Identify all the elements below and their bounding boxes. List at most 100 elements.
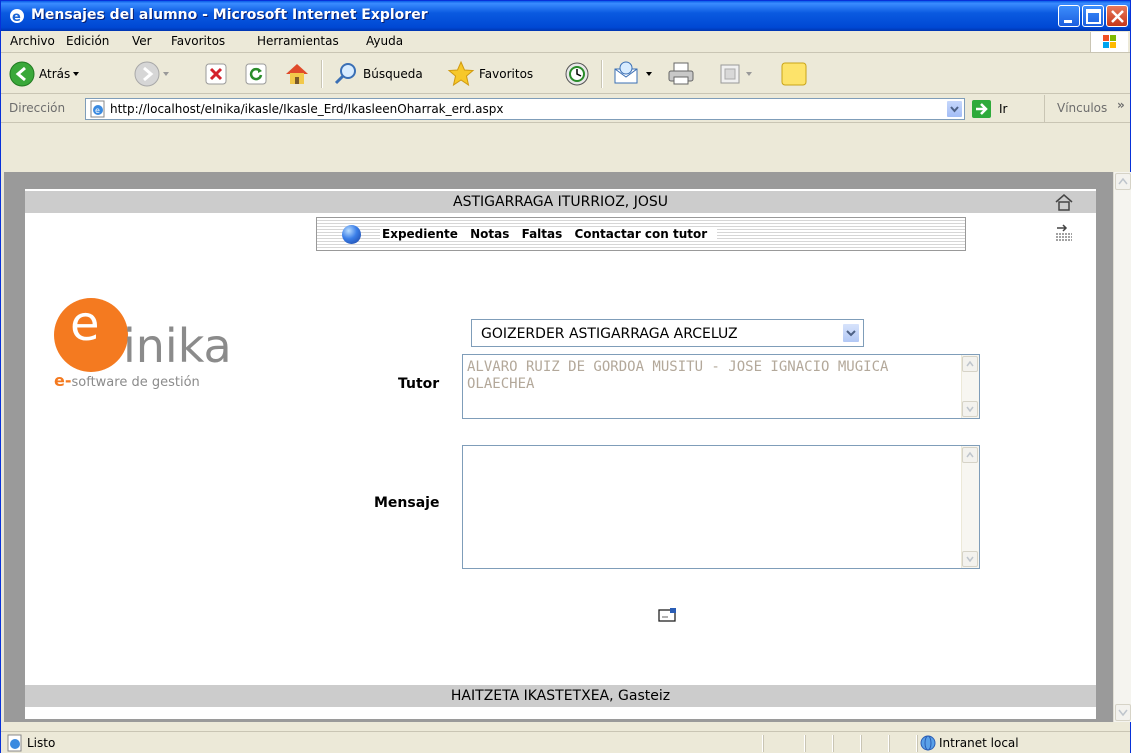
chevron-down-icon <box>966 556 974 563</box>
favorites-button[interactable]: Favoritos <box>447 59 533 89</box>
edit-page-icon <box>720 64 740 84</box>
nav-expediente[interactable]: Expediente <box>382 227 458 241</box>
search-button[interactable]: Búsqueda <box>333 59 423 89</box>
go-arrow-icon <box>972 100 991 118</box>
tutor-value: ALVARO RUIZ DE GORDOA MUSITU - JOSE IGNA… <box>467 359 889 392</box>
nav-contactar-tutor[interactable]: Contactar con tutor <box>574 227 707 241</box>
content-area: ASTIGARRAGA ITURRIOZ, JOSU Expediente No… <box>4 172 1114 722</box>
printer-icon <box>668 62 694 85</box>
favorites-label: Favoritos <box>479 67 534 81</box>
nav-bar: Expediente Notas Faltas Contactar con tu… <box>316 217 966 251</box>
forward-arrow-icon <box>134 61 160 87</box>
status-cell <box>833 735 859 752</box>
logo-letter: e <box>70 296 100 352</box>
ie-icon: e <box>10 9 24 24</box>
scroll-up-button[interactable] <box>962 356 978 372</box>
address-bar: Dirección e http://localhost/eInika/ikas… <box>1 95 1130 123</box>
minimize-button[interactable] <box>1058 5 1080 27</box>
svg-text:e: e <box>12 10 21 24</box>
links-button[interactable]: Vínculos » <box>1044 95 1130 122</box>
close-icon <box>1111 10 1124 23</box>
nav-faltas[interactable]: Faltas <box>522 227 563 241</box>
status-cell <box>889 735 915 752</box>
mail-icon <box>614 61 638 84</box>
student-name: ASTIGARRAGA ITURRIOZ, JOSU <box>453 194 668 210</box>
scroll-down-button[interactable] <box>962 551 978 567</box>
globe-icon <box>342 225 361 244</box>
back-arrow-icon <box>9 61 35 87</box>
web-page: ASTIGARRAGA ITURRIOZ, JOSU Expediente No… <box>25 189 1096 719</box>
chevron-up-icon <box>1118 177 1128 185</box>
school-name: HAITZETA IKASTETXEA, Gasteiz <box>450 688 671 704</box>
forward-button[interactable] <box>134 59 172 89</box>
print-button[interactable] <box>667 59 695 89</box>
maximize-icon <box>1086 9 1101 24</box>
logo-tagline-prefix: e- <box>54 371 72 390</box>
menu-ayuda[interactable]: Ayuda <box>366 34 403 48</box>
svg-text:e: e <box>95 106 100 115</box>
links-label: Vínculos <box>1057 101 1108 115</box>
back-button[interactable]: Atrás <box>9 59 82 89</box>
address-input[interactable]: e http://localhost/eInika/ikasle/Ikasle_… <box>85 98 965 120</box>
mail-button[interactable] <box>613 59 655 89</box>
chevron-down-icon <box>746 72 752 76</box>
title-bar: e Mensajes del alumno - Microsoft Intern… <box>1 1 1130 31</box>
page-icon <box>7 734 22 752</box>
minimize-icon <box>1064 20 1072 23</box>
menu-favoritos[interactable]: Favoritos <box>171 34 225 48</box>
chevron-down-icon <box>73 72 80 76</box>
chevron-down-icon <box>950 106 959 113</box>
message-scrollbar[interactable] <box>961 446 979 568</box>
scroll-down-button[interactable] <box>1115 704 1131 721</box>
home-icon[interactable] <box>1054 193 1074 211</box>
chevron-up-icon <box>966 360 974 367</box>
star-icon <box>447 60 475 87</box>
note-icon <box>781 62 807 86</box>
edit-button[interactable] <box>717 59 755 89</box>
chevron-down-icon <box>846 330 856 337</box>
message-label: Mensaje <box>374 495 440 511</box>
maximize-button[interactable] <box>1082 5 1104 27</box>
address-url: http://localhost/eInika/ikasle/Ikasle_Er… <box>110 102 504 116</box>
status-cell <box>763 735 803 752</box>
scroll-up-button[interactable] <box>962 447 978 463</box>
go-button[interactable]: Ir <box>971 99 1007 119</box>
refresh-button[interactable] <box>245 59 267 89</box>
chevron-down-icon <box>966 406 974 413</box>
menu-edicion[interactable]: Edición <box>66 34 109 48</box>
student-select-dropdown-button[interactable] <box>842 323 860 343</box>
menu-herramientas[interactable]: Herramientas <box>257 34 339 48</box>
header-band: ASTIGARRAGA ITURRIOZ, JOSU <box>25 191 1096 213</box>
home-button[interactable] <box>283 59 311 89</box>
scroll-down-button[interactable] <box>962 401 978 417</box>
toolbar: Atrás Búsqueda Favoritos <box>1 54 1130 94</box>
address-label: Dirección <box>9 101 66 115</box>
logo-tagline-text: software de gestión <box>71 375 200 390</box>
nav-notas[interactable]: Notas <box>470 227 509 241</box>
page-scrollbar[interactable] <box>1113 172 1131 722</box>
search-label: Búsqueda <box>363 67 423 81</box>
nav-links: Expediente Notas Faltas Contactar con tu… <box>380 227 718 241</box>
windows-logo-icon <box>1090 32 1128 52</box>
status-text: Listo <box>27 736 56 750</box>
address-dropdown-button[interactable] <box>946 100 963 118</box>
exit-icon[interactable] <box>1054 223 1074 241</box>
message-textarea[interactable] <box>462 445 980 569</box>
chevron-down-icon <box>1118 709 1128 717</box>
stop-button[interactable] <box>205 59 227 89</box>
send-message-icon[interactable] <box>658 607 678 623</box>
footer-band: HAITZETA IKASTETXEA, Gasteiz <box>25 685 1096 707</box>
menu-ver[interactable]: Ver <box>132 34 152 48</box>
chevron-down-icon <box>163 72 169 76</box>
close-button[interactable] <box>1106 5 1128 27</box>
student-select-value: GOIZERDER ASTIGARRAGA ARCELUZ <box>481 326 738 342</box>
messenger-button[interactable] <box>779 59 809 89</box>
menu-archivo[interactable]: Archivo <box>10 34 55 48</box>
status-bar: Listo Intranet local <box>1 731 1130 753</box>
tutor-label: Tutor <box>398 376 440 392</box>
scroll-up-button[interactable] <box>1115 173 1131 190</box>
tutor-textarea[interactable]: ALVARO RUIZ DE GORDOA MUSITU - JOSE IGNA… <box>462 354 980 419</box>
student-select[interactable]: GOIZERDER ASTIGARRAGA ARCELUZ <box>471 319 864 347</box>
history-button[interactable] <box>563 59 591 89</box>
tutor-scrollbar[interactable] <box>961 355 979 418</box>
